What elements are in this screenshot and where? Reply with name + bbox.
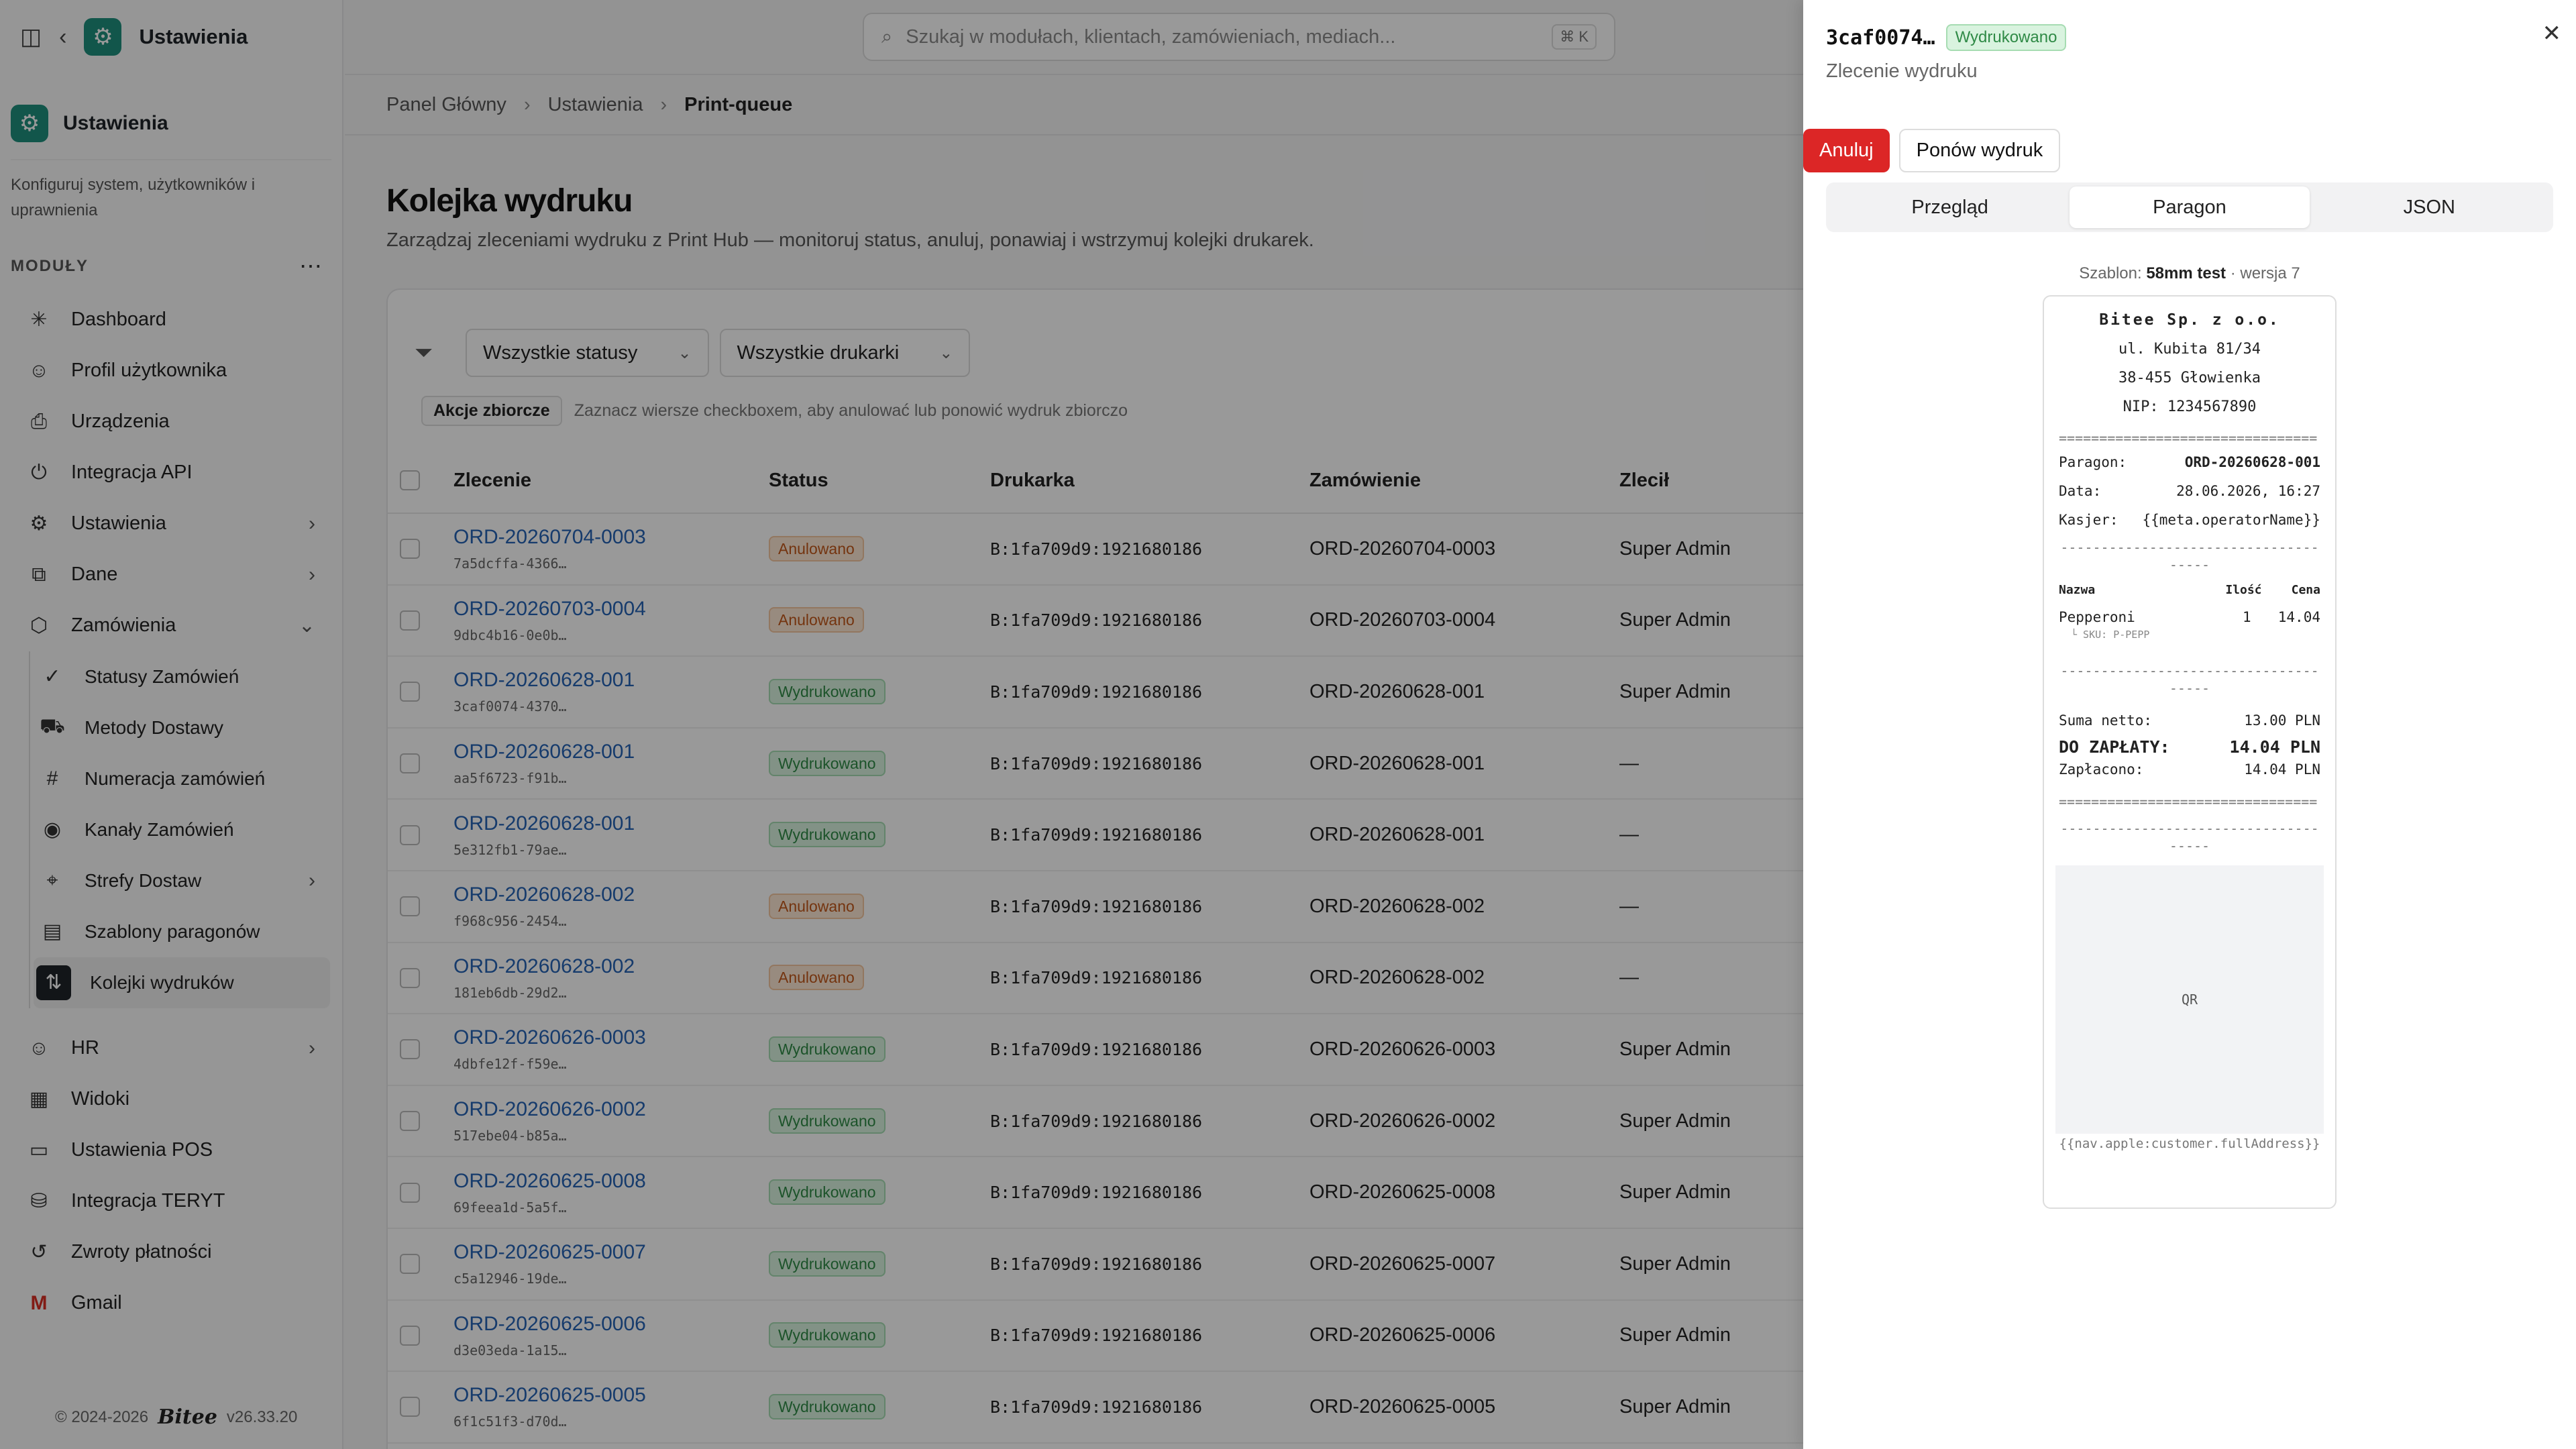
receipt-item: Pepperoni 1 14.04 xyxy=(2044,607,2335,627)
receipt-items-header: Nazwa Ilość Cena xyxy=(2044,574,2335,607)
receipt-preview: Bitee Sp. z o.o. ul. Kubita 81/34 38-455… xyxy=(2043,295,2337,1209)
paid-value: 14.04 PLN xyxy=(2244,761,2320,777)
reprint-button[interactable]: Ponów wydruk xyxy=(1898,129,2061,172)
items-col-price: Cena xyxy=(2291,583,2320,597)
receipt-separator: ================================ xyxy=(2059,794,2318,810)
receipt-city: 38-455 Głowienka xyxy=(2118,370,2261,386)
total-value: 14.04 PLN xyxy=(2229,737,2320,757)
receipt-dash-separator: ------------------------------------- xyxy=(2060,539,2319,573)
receipt-netto: Suma netto: 13.00 PLN xyxy=(2044,706,2335,735)
drawer-actions: Anuluj Ponów wydruk xyxy=(1803,129,2061,172)
receipt-row: Paragon: ORD-20260628-001 xyxy=(2044,448,2335,477)
receipt-company: Bitee Sp. z o.o. xyxy=(2099,311,2280,329)
receipt-row-label: Kasjer: xyxy=(2059,512,2118,528)
template-info: Szablon: 58mm test · wersja 7 xyxy=(1803,264,2576,283)
tab-json[interactable]: JSON xyxy=(2310,186,2549,228)
total-label: DO ZAPŁATY: xyxy=(2059,737,2170,757)
item-price: 14.04 xyxy=(2277,609,2320,625)
close-icon[interactable]: ✕ xyxy=(2542,20,2562,47)
receipt-footer-variable: {{nav.apple:customer.fullAddress}} xyxy=(2059,1136,2320,1151)
receipt-row-value: {{meta.operatorName}} xyxy=(2142,512,2320,528)
paid-label: Zapłacono: xyxy=(2059,761,2144,777)
receipt-dash-separator: ------------------------------------- xyxy=(2060,820,2319,854)
receipt-row: Data: 28.06.2026, 16:27 xyxy=(2044,477,2335,506)
receipt-row-label: Data: xyxy=(2059,483,2102,499)
job-code: 3caf0074… xyxy=(1826,25,1935,50)
receipt-nip: NIP: 1234567890 xyxy=(2123,398,2257,415)
tab-receipt[interactable]: Paragon xyxy=(2070,186,2310,228)
items-col-qty: Ilość xyxy=(2225,583,2262,597)
drawer-subtitle: Zlecenie wydruku xyxy=(1826,60,1978,82)
drawer-tabs: Przegląd Paragon JSON xyxy=(1826,182,2553,232)
print-job-drawer: 3caf0074… Wydrukowano Zlecenie wydruku ✕… xyxy=(1803,0,2576,1449)
modal-overlay[interactable] xyxy=(0,0,1803,1449)
status-badge: Wydrukowano xyxy=(1945,24,2067,51)
item-qty: 1 xyxy=(2242,609,2251,625)
receipt-paid: Zapłacono: 14.04 PLN xyxy=(2044,759,2335,780)
qr-placeholder: QR xyxy=(2055,865,2324,1134)
receipt-row: Kasjer: {{meta.operatorName}} xyxy=(2044,506,2335,535)
receipt-row-value: ORD-20260628-001 xyxy=(2184,454,2320,470)
receipt-total: DO ZAPŁATY: 14.04 PLN xyxy=(2044,735,2335,759)
receipt-dash-separator: ------------------------------------- xyxy=(2060,663,2319,696)
receipt-street: ul. Kubita 81/34 xyxy=(2118,341,2261,358)
receipt-row-label: Paragon: xyxy=(2059,454,2127,470)
items-col-name: Nazwa xyxy=(2059,583,2096,597)
receipt-row-value: 28.06.2026, 16:27 xyxy=(2176,483,2320,499)
netto-label: Suma netto: xyxy=(2059,712,2153,729)
template-version: · wersja 7 xyxy=(2230,264,2300,282)
tab-overview[interactable]: Przegląd xyxy=(1830,186,2070,228)
cancel-button[interactable]: Anuluj xyxy=(1803,129,1890,172)
template-prefix: Szablon: xyxy=(2079,264,2142,282)
netto-value: 13.00 PLN xyxy=(2244,712,2320,729)
item-sku: └ SKU: P-PEPP xyxy=(2071,629,2150,641)
drawer-header: 3caf0074… Wydrukowano xyxy=(1826,24,2067,51)
template-name: 58mm test xyxy=(2146,264,2226,282)
item-name: Pepperoni xyxy=(2059,609,2135,625)
receipt-separator: ================================ xyxy=(2059,430,2318,446)
